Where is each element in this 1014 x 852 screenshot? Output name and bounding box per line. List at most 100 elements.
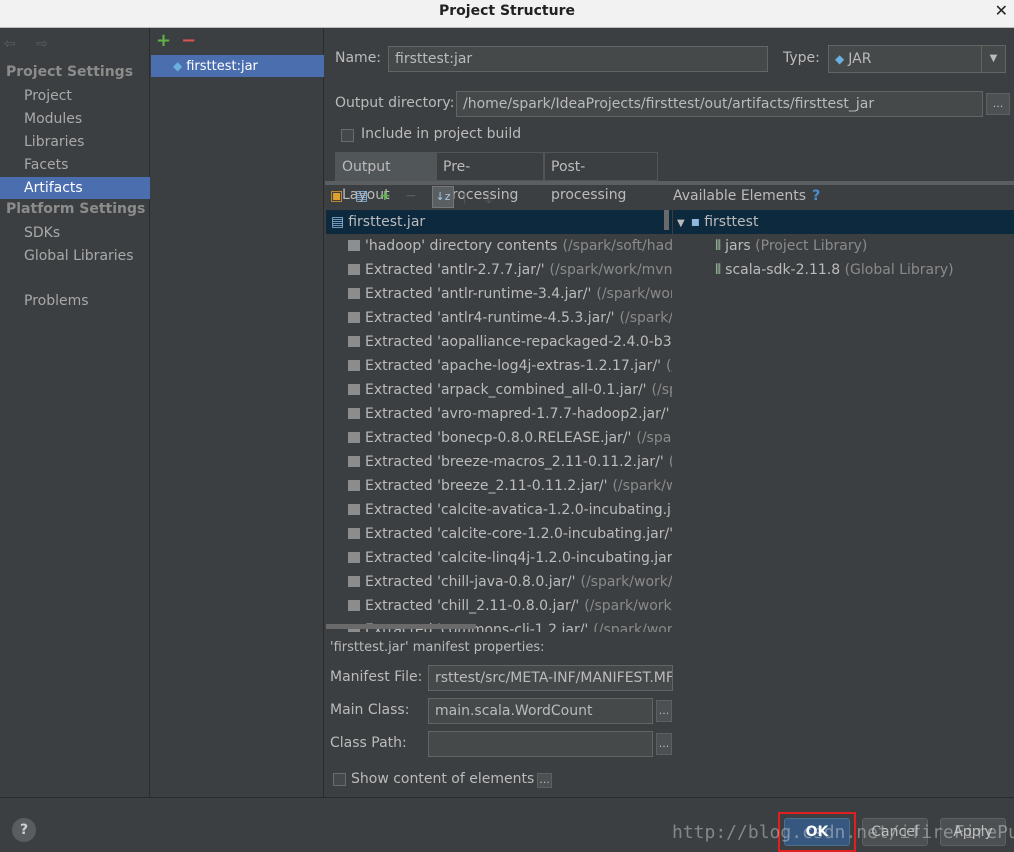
help-button[interactable]: ?	[12, 818, 36, 842]
artifact-item-firsttest-jar[interactable]: ◆ firsttest:jar	[151, 55, 324, 77]
output-directory-field[interactable]: /home/spark/IdeaProjects/firsttest/out/a…	[456, 91, 983, 117]
close-icon[interactable]: ✕	[995, 1, 1008, 20]
horizontal-scrollbar[interactable]	[326, 624, 476, 629]
output-directory-browse-button[interactable]: ...	[986, 93, 1010, 115]
title-bar: Project Structure ✕	[0, 0, 1014, 28]
nav-back-forward-icons[interactable]: ⇦ ⇨	[4, 36, 56, 52]
nav-item-libraries[interactable]: Libraries	[0, 131, 150, 153]
output-layout-row[interactable]: 'hadoop' directory contents (/spark/soft/…	[326, 234, 672, 258]
library-icon: ⦀	[715, 238, 722, 254]
output-layout-row-label: Extracted 'bonecp-0.8.0.RELEASE.jar/'	[365, 430, 632, 446]
new-archive-icon[interactable]: ▤	[355, 188, 368, 204]
main-class-browse-button[interactable]: ...	[656, 700, 672, 722]
nav-item-facets[interactable]: Facets	[0, 154, 150, 176]
tab-pre-processing[interactable]: Pre-processing	[436, 152, 544, 203]
nav-item-artifacts[interactable]: Artifacts	[0, 177, 150, 199]
output-layout-row[interactable]: Extracted 'calcite-linq4j-1.2.0-incubati…	[326, 546, 672, 570]
output-layout-row[interactable]: Extracted 'calcite-core-1.2.0-incubating…	[326, 522, 672, 546]
name-label: Name:	[335, 50, 382, 66]
output-layout-row-label: Extracted 'breeze_2.11-0.11.2.jar/'	[365, 478, 608, 494]
output-layout-row[interactable]: Extracted 'chill_2.11-0.8.0.jar/' (/spark…	[326, 594, 672, 618]
sort-elements-icon[interactable]: ↓z	[432, 186, 454, 208]
extracted-jar-icon	[348, 528, 360, 539]
chevron-down-icon[interactable]: ▼	[981, 46, 1005, 72]
move-up-icon[interactable]: 🡑	[461, 188, 468, 212]
tab-post-processing[interactable]: Post-processing	[544, 152, 658, 203]
remove-artifact-icon[interactable]: −	[181, 30, 196, 51]
remove-element-icon[interactable]: −	[405, 188, 417, 204]
output-layout-row-label: Extracted 'calcite-avatica-1.2.0-incubat…	[365, 502, 672, 518]
expand-arrow-icon[interactable]: ▼	[677, 218, 685, 229]
available-item-name: jars	[725, 238, 751, 254]
help-icon[interactable]: ?	[812, 188, 820, 204]
output-layout-row-label: Extracted 'chill-java-0.8.0.jar/'	[365, 574, 576, 590]
extracted-jar-icon	[348, 480, 360, 491]
show-content-checkbox[interactable]	[333, 773, 346, 786]
output-layout-row-path: (/spark/work/m	[596, 286, 672, 302]
output-layout-row-label: Extracted 'breeze-macros_2.11-0.11.2.jar…	[365, 454, 664, 470]
output-layout-row[interactable]: Extracted 'bonecp-0.8.0.RELEASE.jar/' (/s…	[326, 426, 672, 450]
output-layout-row-path: (/spark/work/mvn	[580, 574, 672, 590]
nav-item-problems[interactable]: Problems	[0, 290, 150, 312]
add-artifact-icon[interactable]: +	[156, 30, 171, 51]
nav-item-project[interactable]: Project	[0, 85, 150, 107]
add-element-icon[interactable]: +	[379, 188, 391, 204]
folder-icon	[348, 240, 360, 251]
window-title: Project Structure	[439, 3, 575, 19]
extracted-jar-icon	[348, 552, 360, 563]
nav-item-sdks[interactable]: SDKs	[0, 222, 150, 244]
tab-divider	[325, 181, 1014, 185]
available-root-firsttest[interactable]: ▼ ▪ firsttest	[673, 210, 1014, 234]
available-item-scala-sdk[interactable]: ⦀ scala-sdk-2.11.8 (Global Library)	[673, 258, 1014, 282]
watermark-text: http://blog.csdn.net/ifireFirePub	[672, 822, 1014, 843]
show-content-label: Show content of elements	[351, 771, 535, 787]
output-layout-row[interactable]: Extracted 'antlr-runtime-3.4.jar/' (/spar…	[326, 282, 672, 306]
move-down-icon[interactable]: 🡓	[485, 188, 492, 212]
output-layout-row-label: Extracted 'arpack_combined_all-0.1.jar/'	[365, 382, 647, 398]
output-layout-row-path: (/spark/work/m	[593, 622, 672, 632]
output-layout-row[interactable]: Extracted 'avro-mapred-1.7.7-hadoop2.jar…	[326, 402, 672, 426]
include-in-build-label: Include in project build	[361, 126, 522, 142]
section-project-settings: Project Settings	[6, 64, 134, 80]
output-layout-row-path: (/spark/w	[636, 430, 672, 446]
class-path-browse-button[interactable]: ...	[656, 733, 672, 755]
new-directory-icon[interactable]: ▣	[330, 188, 343, 204]
output-layout-row[interactable]: Extracted 'antlr-2.7.7.jar/' (/spark/work…	[326, 258, 672, 282]
manifest-file-field[interactable]: rsttest/src/META-INF/MANIFEST.MF	[428, 665, 673, 691]
tree-root-label: firsttest.jar	[348, 214, 426, 230]
artifact-list-toolbar: + −	[156, 30, 196, 51]
output-layout-tree: ▤ firsttest.jar 'hadoop' directory conten…	[326, 210, 672, 632]
name-field[interactable]: firsttest:jar	[388, 46, 768, 72]
available-item-kind: (Global Library)	[844, 262, 954, 278]
nav-item-global-libraries[interactable]: Global Libraries	[0, 245, 150, 267]
output-layout-row[interactable]: Extracted 'chill-java-0.8.0.jar/' (/spark…	[326, 570, 672, 594]
output-layout-row[interactable]: Extracted 'arpack_combined_all-0.1.jar/'…	[326, 378, 672, 402]
output-layout-row[interactable]: Extracted 'antlr4-runtime-4.5.3.jar/' (/s…	[326, 306, 672, 330]
available-elements-tree: ▼ ▪ firsttest ⦀ jars (Project Library) ⦀ sca…	[673, 210, 1014, 330]
show-content-options-button[interactable]: ...	[537, 773, 552, 788]
settings-nav: ⇦ ⇨ Project Settings Project Modules Lib…	[0, 28, 150, 797]
output-layout-row-path: (/spark/work/mvn1/sp	[549, 262, 672, 278]
available-elements-header: Available Elements?	[673, 188, 820, 204]
output-layout-row[interactable]: Extracted 'breeze_2.11-0.11.2.jar/' (/spa…	[326, 474, 672, 498]
output-layout-row[interactable]: Extracted 'calcite-avatica-1.2.0-incubat…	[326, 498, 672, 522]
artifact-item-label: firsttest:jar	[186, 59, 258, 74]
vertical-scrollbar[interactable]	[664, 210, 669, 230]
tree-root-firsttest-jar[interactable]: ▤ firsttest.jar	[326, 210, 672, 234]
class-path-field[interactable]	[428, 731, 653, 757]
output-layout-row[interactable]: Extracted 'aopalliance-repackaged-2.4.0-…	[326, 330, 672, 354]
section-platform-settings: Platform Settings	[6, 201, 146, 217]
output-layout-row-path: (/spark/work/mv	[584, 598, 672, 614]
available-elements-title: Available Elements	[673, 188, 807, 204]
class-path-label: Class Path:	[330, 735, 407, 751]
dialog-footer: ? OK Cancel Apply http://blog.csdn.net/i…	[0, 797, 1014, 852]
include-in-build-checkbox[interactable]	[341, 129, 354, 142]
output-layout-row[interactable]: Extracted 'apache-log4j-extras-1.2.17.ja…	[326, 354, 672, 378]
output-layout-row[interactable]: Extracted 'breeze-macros_2.11-0.11.2.jar…	[326, 450, 672, 474]
available-item-jars[interactable]: ⦀ jars (Project Library)	[673, 234, 1014, 258]
output-layout-row-label: Extracted 'apache-log4j-extras-1.2.17.ja…	[365, 358, 662, 374]
nav-item-modules[interactable]: Modules	[0, 108, 150, 130]
type-select[interactable]: ◆ JAR ▼	[828, 45, 1006, 73]
main-class-field[interactable]: main.scala.WordCount	[428, 698, 653, 724]
tab-output-layout[interactable]: Output Layout	[335, 152, 436, 203]
